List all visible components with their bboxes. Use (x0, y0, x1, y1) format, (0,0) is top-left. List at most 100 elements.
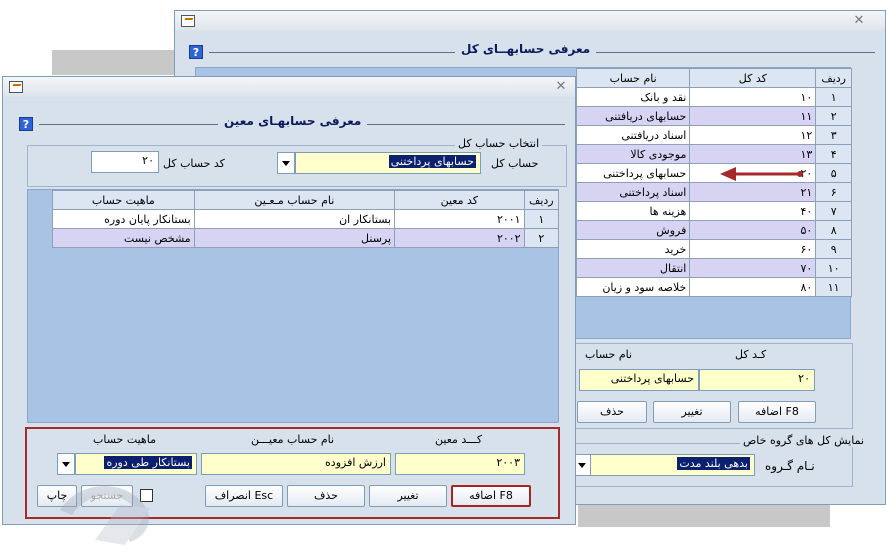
row-index-cell: ۹ (815, 239, 852, 259)
account-name-cell: پرسنل (193, 228, 396, 248)
account-name-cell: بستانکار ان (193, 209, 396, 229)
help-button[interactable]: ? (189, 45, 203, 59)
row-index-cell: ۴ (815, 144, 852, 164)
accounts-table: نام حساب کد کل ردیف نقد و بانک ۱۰ ۱ حسابهای… (575, 68, 852, 297)
title-bar: ✕ (175, 11, 885, 31)
subsidiary-table: ماهیت حساب نام حساب مـعـین کد معین ردیف … (52, 190, 560, 248)
account-code-cell: ۱۰ (689, 87, 817, 107)
name-label: نام حساب (585, 348, 633, 361)
general-name-field[interactable]: حسابهای پرداختنی (579, 369, 699, 391)
background-panel (578, 505, 830, 527)
account-name-cell: فروش (575, 220, 691, 240)
row-index-cell: ۱۱ (815, 277, 852, 297)
table-row[interactable]: انتقال ۷۰ ۱۰ (575, 258, 852, 278)
selector-section-title: انتخاب حساب کل (455, 137, 543, 150)
column-header[interactable]: ردیف (815, 68, 852, 88)
cancel-button[interactable]: انصراف Esc (205, 485, 283, 507)
row-index-cell: ۱ (815, 87, 852, 107)
watermark-logo (60, 486, 150, 545)
column-header[interactable]: ردیف (523, 190, 560, 210)
group-section-title: نمایش کل های گروه خاص (740, 434, 868, 447)
account-code-cell: ۲۰۰۲ (394, 228, 525, 248)
app-icon (181, 15, 195, 27)
account-nature-value: بستانکار طی دوره (104, 456, 192, 469)
table-row[interactable]: خرید ۶۰ ۹ (575, 239, 852, 259)
table-row[interactable]: موجودی کالا ۱۳ ۴ (575, 144, 852, 164)
general-account-value: حسابهای پرداختنی (388, 155, 476, 168)
table-row[interactable]: بستانکار پایان دوره بستانکار ان ۲۰۰۱ ۱ (52, 209, 560, 229)
account-code-cell: ۱۳ (689, 144, 817, 164)
account-name-cell: اسناد دریافتنی (575, 125, 691, 145)
general-account-dropdown-button[interactable] (277, 152, 295, 174)
background-panel (52, 50, 192, 75)
general-account-label: حساب کل (491, 157, 539, 170)
add-button[interactable]: اضافه F8 (738, 401, 816, 423)
group-name-label: نـام گـروه (765, 459, 815, 473)
account-nature-cell: مشخص نیست (52, 228, 195, 248)
row-index-cell: ۱۰ (815, 258, 852, 278)
table-row[interactable]: اسناد پرداختنی ۲۱ ۶ (575, 182, 852, 202)
window-title: معرفی حسابهــای کل (455, 42, 597, 56)
table-row[interactable]: حسابهای دریافتنی ۱۱ ۲ (575, 106, 852, 126)
account-name-cell: خرید (575, 239, 691, 259)
account-name-cell: حسابهای پرداختنی (575, 163, 691, 183)
subsidiary-name-field[interactable]: ارزش افزوده (201, 453, 391, 475)
table-row[interactable]: حسابهای پرداختنی ۲۰ ۵ (575, 163, 852, 183)
arrow-annotation (720, 167, 803, 181)
group-name-value: بدهی بلند مدت (677, 457, 750, 470)
delete-button[interactable]: حذف (287, 485, 365, 507)
app-icon (9, 81, 23, 93)
account-nature-label: ماهیت حساب (93, 433, 156, 446)
general-account-select[interactable]: حسابهای پرداختنی (295, 152, 481, 174)
edit-button[interactable]: تغییر (369, 485, 447, 507)
column-header[interactable]: کد کل (689, 68, 817, 88)
add-button[interactable]: اضافه F8 (451, 485, 531, 507)
general-code-label: کد حساب کل (163, 157, 225, 170)
edit-button[interactable]: تغییر (653, 401, 731, 423)
code-label: کـد کل (735, 348, 767, 361)
table-row[interactable]: مشخص نیست پرسنل ۲۰۰۲ ۲ (52, 228, 560, 248)
table-row[interactable]: خلاصه سود و زیان ۸۰ ۱۱ (575, 277, 852, 297)
row-index-cell: ۳ (815, 125, 852, 145)
account-name-cell: انتقال (575, 258, 691, 278)
close-button[interactable]: ✕ (851, 13, 867, 29)
row-index-cell: ۷ (815, 201, 852, 221)
general-code-field[interactable]: ۲۰ (91, 151, 159, 173)
account-name-cell: خلاصه سود و زیان (575, 277, 691, 297)
table-row[interactable]: هزینه ها ۴۰ ۷ (575, 201, 852, 221)
column-header[interactable]: نام حساب (575, 68, 691, 88)
table-row[interactable]: اسناد دریافتنی ۱۲ ۳ (575, 125, 852, 145)
table-row[interactable]: نقد و بانک ۱۰ ۱ (575, 87, 852, 107)
row-index-cell: ۲ (523, 228, 560, 248)
subsidiary-name-label: نام حساب معیـــن (251, 433, 335, 446)
general-code-field[interactable]: ۲۰ (699, 369, 815, 391)
account-code-cell: ۵۰ (689, 220, 817, 240)
table-row[interactable]: فروش ۵۰ ۸ (575, 220, 852, 240)
account-code-cell: ۱۱ (689, 106, 817, 126)
account-name-cell: هزینه ها (575, 201, 691, 221)
row-index-cell: ۵ (815, 163, 852, 183)
account-code-cell: ۱۲ (689, 125, 817, 145)
close-button[interactable]: ✕ (553, 79, 569, 95)
account-name-cell: حسابهای دریافتنی (575, 106, 691, 126)
account-code-cell: ۶۰ (689, 239, 817, 259)
column-header[interactable]: نام حساب مـعـین (193, 190, 396, 210)
account-code-cell: ۷۰ (689, 258, 817, 278)
account-code-cell: ۲۱ (689, 182, 817, 202)
column-header[interactable]: کد معین (394, 190, 525, 210)
account-name-cell: نقد و بانک (575, 87, 691, 107)
row-index-cell: ۶ (815, 182, 852, 202)
group-name-select[interactable]: بدهی بلند مدت (589, 454, 755, 476)
subsidiary-code-field[interactable]: ۲۰۰۳ (395, 453, 525, 475)
delete-button[interactable]: حذف (577, 401, 647, 423)
row-index-cell: ۸ (815, 220, 852, 240)
account-name-cell: اسناد پرداختنی (575, 182, 691, 202)
account-code-cell: ۴۰ (689, 201, 817, 221)
subsidiary-accounts-window: ✕ ? معرفی حسابهـای معین انتخاب حساب کل ح… (2, 76, 576, 525)
subsidiary-code-label: کـــد معین (435, 433, 483, 446)
account-name-cell: موجودی کالا (575, 144, 691, 164)
account-code-cell: ۸۰ (689, 277, 817, 297)
help-button[interactable]: ? (19, 117, 33, 131)
column-header[interactable]: ماهیت حساب (52, 190, 195, 210)
row-index-cell: ۲ (815, 106, 852, 126)
